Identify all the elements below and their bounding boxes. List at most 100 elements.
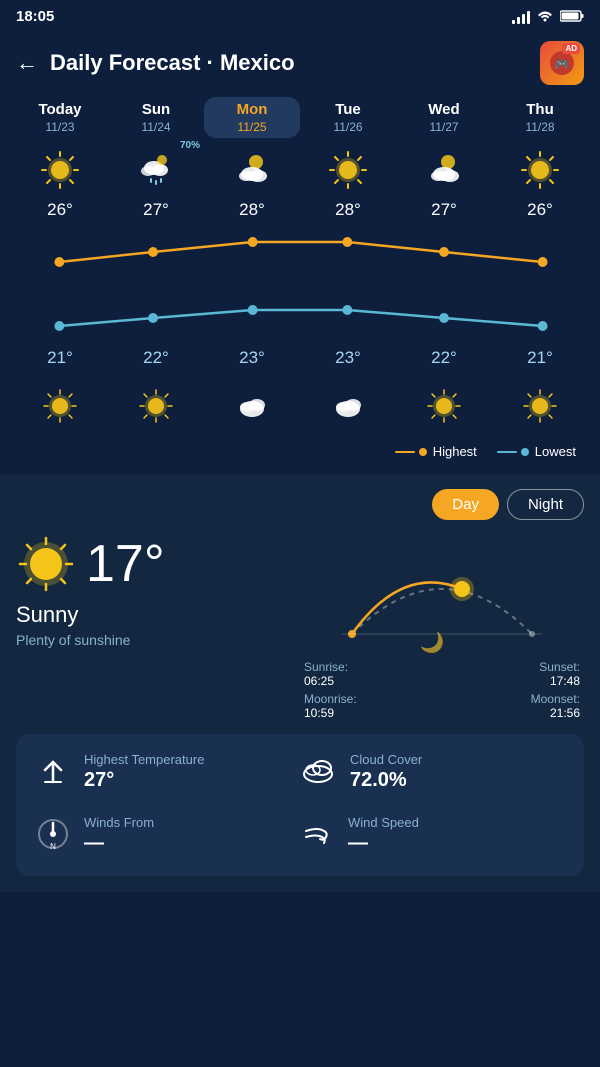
day-name-3: Tue: [335, 101, 361, 118]
low-temp-5: 21°: [492, 348, 588, 368]
highest-temp-text: Highest Temperature 27°: [84, 752, 204, 792]
legend-lowest-label: Lowest: [535, 444, 576, 459]
day-name-0: Today: [38, 101, 81, 118]
header: ← Daily Forecast · Mexico 🎮: [0, 33, 600, 97]
legend-highest: Highest: [395, 444, 477, 459]
wind-speed-icon: [300, 817, 334, 858]
day-name-4: Wed: [428, 101, 459, 118]
day-col-sun[interactable]: Sun 11/24: [108, 97, 204, 138]
current-weather-left: 17° Sunny Plenty of sunshine: [16, 534, 300, 648]
bottom-icon-0: [12, 380, 108, 432]
moonset-value: 21:56: [442, 706, 580, 720]
current-weather-row: 17° Sunny Plenty of sunshine 🌙: [16, 534, 584, 720]
high-temp-5: 26°: [492, 200, 588, 220]
highest-temp-value: 27°: [84, 769, 204, 792]
wind-speed-text: Wind Speed —: [348, 815, 419, 855]
detail-winds-from: N Winds From —: [36, 815, 300, 858]
page-title: Daily Forecast · Mexico: [50, 50, 540, 76]
forecast-section: Today 11/23 Sun 11/24 Mon 11/25 Tue 11/2…: [0, 97, 600, 471]
rain-pct-1: 70%: [180, 140, 200, 151]
cloud-cover-icon: [300, 754, 336, 791]
wind-speed-value: —: [348, 832, 419, 855]
current-temp-row: 17°: [16, 534, 300, 594]
days-row: Today 11/23 Sun 11/24 Mon 11/25 Tue 11/2…: [8, 97, 592, 138]
top-icons-row: 70%: [8, 138, 592, 196]
icon-cell-4: [396, 144, 492, 196]
high-temp-1: 27°: [108, 200, 204, 220]
cloud-cover-label: Cloud Cover: [350, 752, 422, 767]
day-date-1: 11/24: [141, 120, 170, 134]
signal-icon: [512, 10, 530, 24]
icon-cell-5: [492, 144, 588, 196]
status-icons: [512, 8, 584, 25]
highest-temp-icon: [36, 754, 70, 795]
icon-cell-1: 70%: [108, 144, 204, 196]
detail-cloud-cover: Cloud Cover 72.0%: [300, 752, 564, 795]
day-date-4: 11/27: [429, 120, 458, 134]
sunset-label: Sunset:: [442, 660, 580, 674]
bottom-icon-4: [396, 380, 492, 432]
day-col-wed[interactable]: Wed 11/27: [396, 97, 492, 138]
bottom-icon-5: [492, 380, 588, 432]
current-condition: Sunny: [16, 602, 300, 628]
day-night-section: Day Night: [0, 475, 600, 892]
bottom-icons-row: [8, 372, 592, 436]
wifi-icon: [536, 8, 554, 25]
cloud-cover-text: Cloud Cover 72.0%: [350, 752, 422, 792]
wind-speed-label: Wind Speed: [348, 815, 419, 830]
moonset-label: Moonset:: [442, 692, 580, 706]
day-tab[interactable]: Day: [432, 489, 499, 520]
current-weather-right: 🌙 Sunrise: 06:25 Sunset: 17:48: [300, 534, 584, 720]
back-button[interactable]: ←: [16, 50, 38, 76]
sun-arc-svg: 🌙: [332, 534, 552, 654]
low-temp-0: 21°: [12, 348, 108, 368]
legend-lowest: Lowest: [497, 444, 576, 459]
day-col-today[interactable]: Today 11/23: [12, 97, 108, 138]
current-sun-icon: [16, 534, 76, 594]
winds-from-label: Winds From: [84, 815, 154, 830]
day-name-5: Thu: [526, 101, 554, 118]
day-col-thu[interactable]: Thu 11/28: [492, 97, 588, 138]
winds-from-icon: N: [36, 817, 70, 858]
high-temp-0: 26°: [12, 200, 108, 220]
winds-from-value: —: [84, 832, 154, 855]
day-col-mon[interactable]: Mon 11/25: [204, 97, 300, 138]
svg-text:🎮: 🎮: [555, 57, 570, 71]
toggle-row: Day Night: [16, 489, 584, 520]
bottom-icon-3: [300, 380, 396, 432]
day-name-1: Sun: [142, 101, 170, 118]
bottom-icon-1: [108, 380, 204, 432]
legend-highest-label: Highest: [433, 444, 477, 459]
sun-arc: 🌙: [332, 534, 552, 654]
low-chart: [12, 284, 588, 344]
high-temp-2: 28°: [204, 200, 300, 220]
low-temp-4: 22°: [396, 348, 492, 368]
status-time: 18:05: [16, 8, 54, 25]
detail-wind-speed: Wind Speed —: [300, 815, 564, 858]
icon-cell-0: [12, 144, 108, 196]
detail-highest-temp: Highest Temperature 27°: [36, 752, 300, 795]
sunset-value: 17:48: [442, 674, 580, 688]
sun-times: Sunrise: 06:25 Sunset: 17:48 Moonrise: 1…: [300, 660, 584, 720]
details-grid: Highest Temperature 27° Cloud Cover 72.0…: [36, 752, 564, 858]
day-date-2: 11/25: [237, 120, 266, 134]
sunrise-value: 06:25: [304, 674, 442, 688]
day-date-3: 11/26: [333, 120, 362, 134]
day-date-5: 11/28: [525, 120, 554, 134]
night-tab[interactable]: Night: [507, 489, 584, 520]
bottom-icon-2: [204, 380, 300, 432]
day-name-2: Mon: [237, 101, 268, 118]
day-col-tue[interactable]: Tue 11/26: [300, 97, 396, 138]
ad-badge[interactable]: 🎮: [540, 41, 584, 85]
icon-cell-3: [300, 144, 396, 196]
moonrise-value: 10:59: [304, 706, 442, 720]
current-temperature: 17°: [86, 538, 165, 590]
battery-icon: [560, 9, 584, 25]
low-temp-2: 23°: [204, 348, 300, 368]
winds-from-text: Winds From —: [84, 815, 154, 855]
low-temp-1: 22°: [108, 348, 204, 368]
day-date-0: 11/23: [45, 120, 74, 134]
sunrise-label: Sunrise:: [304, 660, 442, 674]
legend-row: Highest Lowest: [8, 436, 592, 471]
details-card: Highest Temperature 27° Cloud Cover 72.0…: [16, 734, 584, 876]
